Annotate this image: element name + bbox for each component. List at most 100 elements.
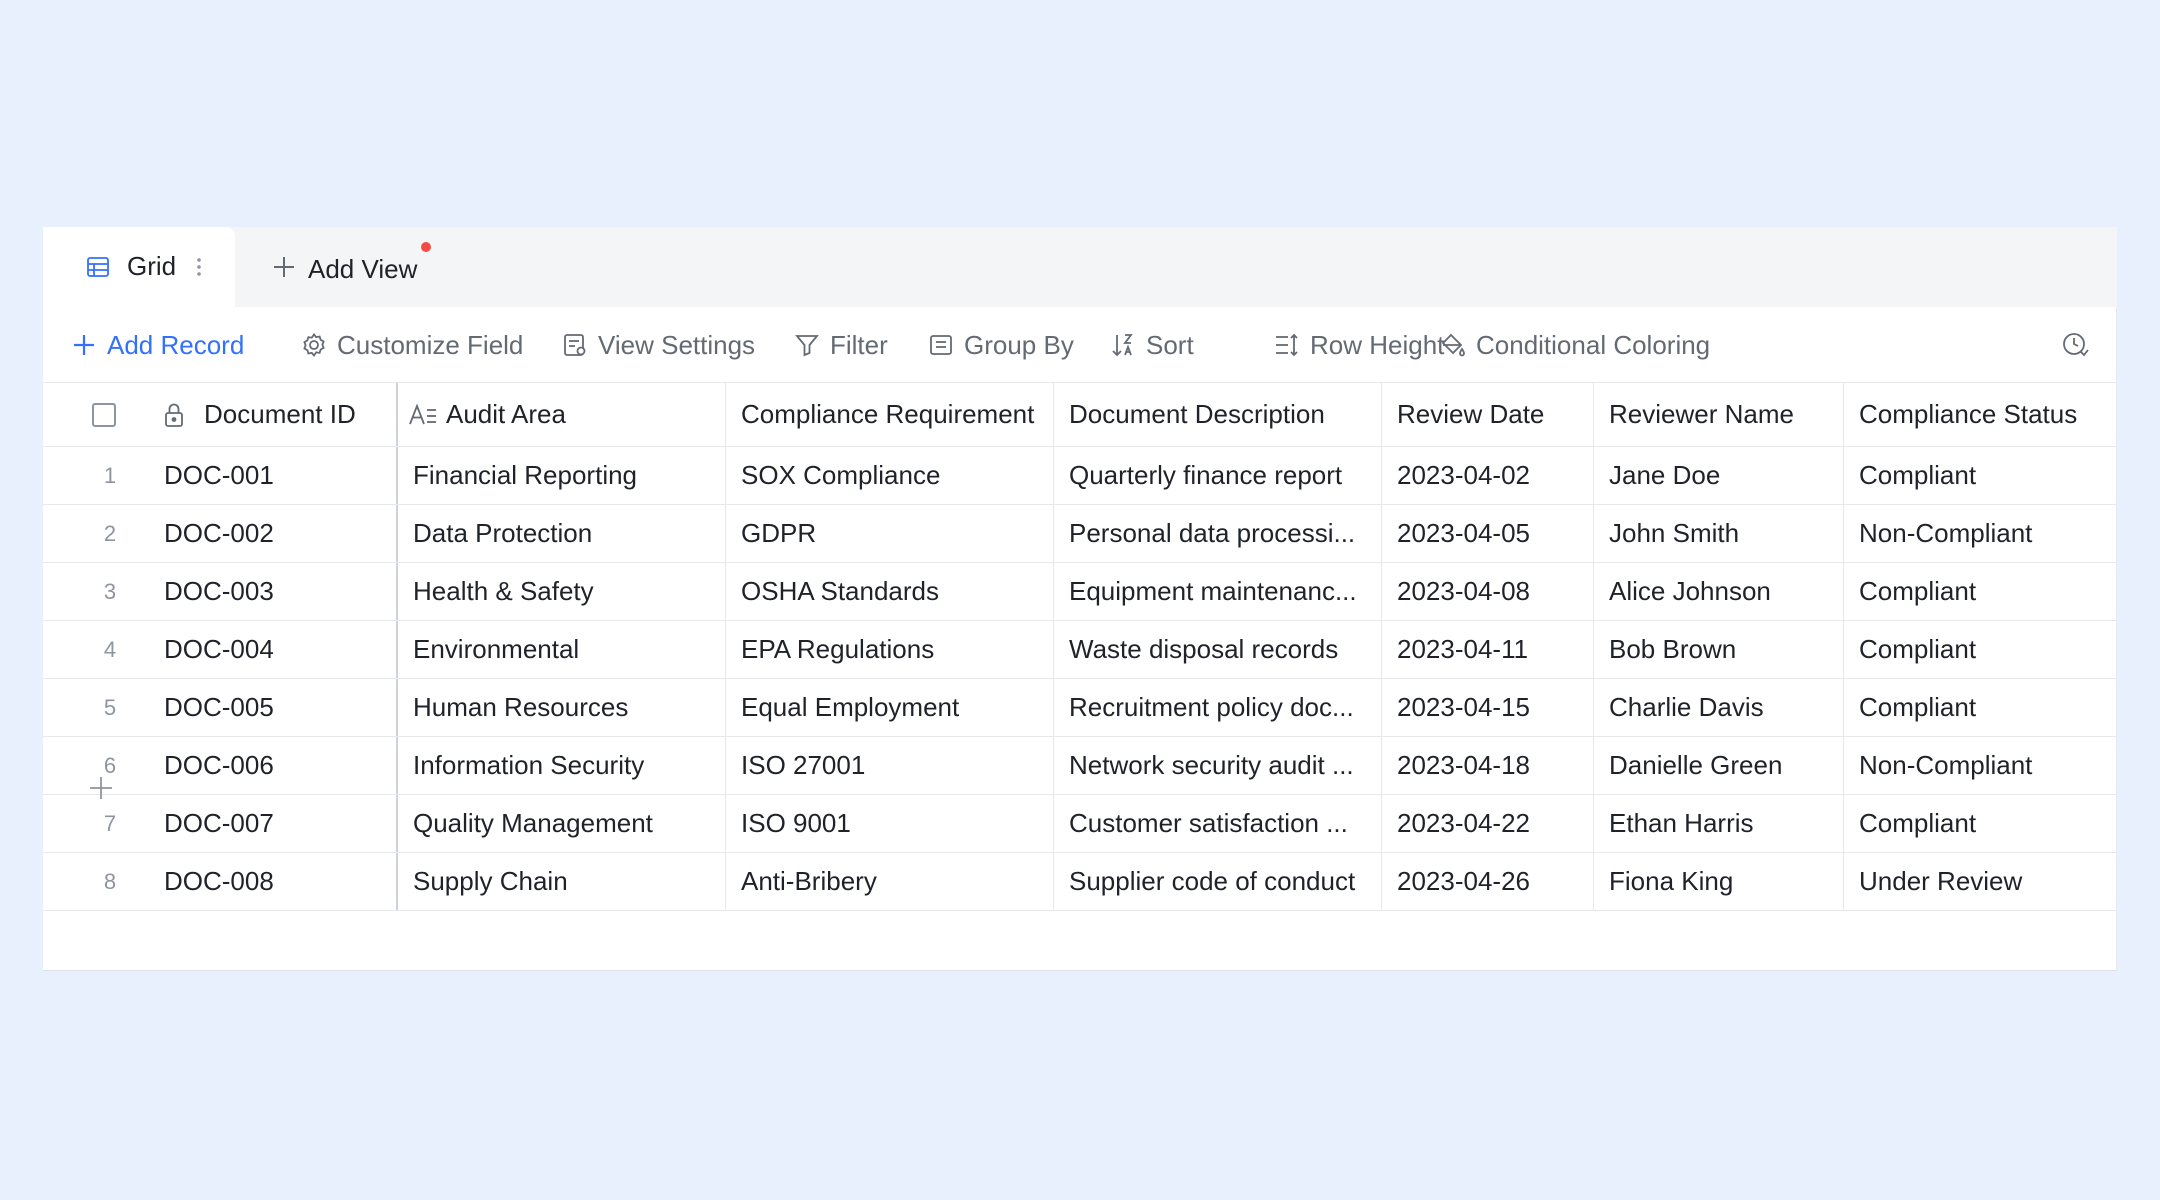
header-reviewer-name[interactable]: Reviewer Name bbox=[1594, 383, 1844, 446]
sort-label: Sort bbox=[1146, 329, 1194, 360]
cell-reviewer[interactable]: Charlie Davis bbox=[1594, 679, 1844, 736]
cell-text: John Smith bbox=[1609, 518, 1740, 548]
cell-status[interactable]: Compliant bbox=[1844, 563, 2117, 620]
cell-text: Compliant bbox=[1859, 634, 1977, 664]
table-row[interactable]: 4 DOC-004 Environmental EPA Regulations Wast… bbox=[43, 621, 2117, 679]
table-row[interactable]: 1 DOC-001 Financial Reporting SOX Complianc… bbox=[43, 447, 2117, 505]
cell-reviewer[interactable]: Alice Johnson bbox=[1594, 563, 1844, 620]
cell-desc[interactable]: Recruitment policy doc... bbox=[1054, 679, 1382, 736]
filter-label: Filter bbox=[830, 329, 888, 360]
cell-reviewer[interactable]: Fiona King bbox=[1594, 853, 1844, 910]
cell-req[interactable]: EPA Regulations bbox=[726, 621, 1054, 678]
header-label: Audit Area bbox=[446, 399, 566, 429]
header-label: Document Description bbox=[1069, 399, 1325, 429]
cell-area[interactable]: Data Protection bbox=[398, 505, 726, 562]
conditional-coloring-button[interactable]: Conditional Coloring bbox=[1440, 307, 1710, 383]
cell-area[interactable]: Human Resources bbox=[398, 679, 726, 736]
cell-req[interactable]: SOX Compliance bbox=[726, 447, 1054, 504]
cell-area[interactable]: Financial Reporting bbox=[398, 447, 726, 504]
more-vertical-icon[interactable] bbox=[195, 255, 203, 279]
table-row[interactable]: 5 DOC-005 Human Resources Equal Employment R… bbox=[43, 679, 2117, 737]
header-compliance-status[interactable]: Compliance Status bbox=[1844, 383, 2117, 446]
table-header: Document ID Audit Area Compliance Requir… bbox=[43, 383, 2117, 447]
cell-req[interactable]: OSHA Standards bbox=[726, 563, 1054, 620]
cell-status[interactable]: Under Review bbox=[1844, 853, 2117, 910]
group-by-button[interactable]: Group By bbox=[928, 307, 1074, 383]
row-number: 5 bbox=[103, 694, 117, 720]
cell-date[interactable]: 2023-04-26 bbox=[1382, 853, 1594, 910]
history-icon[interactable] bbox=[2061, 331, 2089, 359]
cell-status[interactable]: Compliant bbox=[1844, 679, 2117, 736]
table-row[interactable]: 8 DOC-008 Supply Chain Anti-Bribery Supplier… bbox=[43, 853, 2117, 911]
cell-reviewer[interactable]: John Smith bbox=[1594, 505, 1844, 562]
table-row[interactable]: 3 DOC-003 Health & Safety OSHA Standards Equ… bbox=[43, 563, 2117, 621]
cell-document-id[interactable]: 4 DOC-004 bbox=[43, 621, 398, 678]
cell-reviewer[interactable]: Bob Brown bbox=[1594, 621, 1844, 678]
group-by-icon bbox=[930, 335, 952, 355]
row-number: 3 bbox=[103, 578, 117, 604]
cell-desc[interactable]: Personal data processi... bbox=[1054, 505, 1382, 562]
grid-view-icon bbox=[87, 257, 109, 277]
cell-desc[interactable]: Quarterly finance report bbox=[1054, 447, 1382, 504]
tab-grid-label: Grid bbox=[127, 251, 177, 281]
cell-document-id[interactable]: 8 DOC-008 bbox=[43, 853, 398, 910]
cell-text: Human Resources bbox=[413, 692, 629, 722]
cell-area[interactable]: Health & Safety bbox=[398, 563, 726, 620]
cell-text: Non-Compliant bbox=[1859, 518, 2033, 548]
cell-text: Compliant bbox=[1859, 460, 1977, 490]
select-all-checkbox[interactable] bbox=[92, 403, 116, 427]
text-field-icon bbox=[409, 403, 436, 424]
cell-date[interactable]: 2023-04-11 bbox=[1382, 621, 1594, 678]
cell-area[interactable]: Environmental bbox=[398, 621, 726, 678]
cell-text: Health & Safety bbox=[413, 576, 594, 606]
header-document-id[interactable]: Document ID bbox=[43, 383, 398, 446]
cell-date[interactable]: 2023-04-08 bbox=[1382, 563, 1594, 620]
cell-document-id[interactable]: 1 DOC-001 bbox=[43, 447, 398, 504]
header-document-description[interactable]: Document Description bbox=[1054, 383, 1382, 446]
add-record-label: Add Record bbox=[107, 329, 245, 360]
cell-status[interactable]: Compliant bbox=[1844, 621, 2117, 678]
row-height-button[interactable]: Row Height bbox=[1274, 307, 1444, 383]
cell-document-id[interactable]: 3 DOC-003 bbox=[43, 563, 398, 620]
header-audit-area[interactable]: Audit Area bbox=[398, 383, 726, 446]
customize-field-button[interactable]: Customize Field bbox=[301, 307, 523, 383]
add-row-button[interactable] bbox=[43, 763, 2117, 813]
cell-date[interactable]: 2023-04-02 bbox=[1382, 447, 1594, 504]
cell-status[interactable]: Non-Compliant bbox=[1844, 505, 2117, 562]
conditional-coloring-label: Conditional Coloring bbox=[1476, 329, 1711, 360]
row-height-icon bbox=[1276, 333, 1298, 357]
cell-text: OSHA Standards bbox=[741, 576, 939, 606]
cell-desc[interactable]: Supplier code of conduct bbox=[1054, 853, 1382, 910]
cell-text: Quarterly finance report bbox=[1069, 460, 1343, 490]
gear-icon bbox=[303, 333, 325, 357]
plus-icon bbox=[90, 777, 112, 799]
view-settings-button[interactable]: View Settings bbox=[562, 307, 755, 383]
cell-status[interactable]: Compliant bbox=[1844, 447, 2117, 504]
row-number: 2 bbox=[103, 520, 117, 546]
cell-area[interactable]: Supply Chain bbox=[398, 853, 726, 910]
cell-desc[interactable]: Waste disposal records bbox=[1054, 621, 1382, 678]
cell-req[interactable]: Anti-Bribery bbox=[726, 853, 1054, 910]
cell-text: Supplier code of conduct bbox=[1069, 866, 1356, 896]
table-row[interactable]: 2 DOC-002 Data Protection GDPR Personal data… bbox=[43, 505, 2117, 563]
cell-reviewer[interactable]: Jane Doe bbox=[1594, 447, 1844, 504]
cell-text: 2023-04-05 bbox=[1397, 518, 1530, 548]
cell-req[interactable]: GDPR bbox=[726, 505, 1054, 562]
filter-button[interactable]: Filter bbox=[794, 307, 888, 383]
cell-text: EPA Regulations bbox=[741, 634, 935, 664]
add-view-label: Add View bbox=[308, 254, 418, 284]
header-label: Document ID bbox=[204, 399, 356, 429]
row-number: 8 bbox=[103, 868, 117, 894]
cell-text: Equipment maintenanc... bbox=[1069, 576, 1357, 606]
cell-date[interactable]: 2023-04-05 bbox=[1382, 505, 1594, 562]
tab-grid[interactable]: Grid bbox=[43, 227, 235, 307]
sort-button[interactable]: Sort bbox=[1110, 307, 1194, 383]
header-compliance-requirement[interactable]: Compliance Requirement bbox=[726, 383, 1054, 446]
cell-req[interactable]: Equal Employment bbox=[726, 679, 1054, 736]
cell-date[interactable]: 2023-04-15 bbox=[1382, 679, 1594, 736]
add-record-button[interactable]: Add Record bbox=[71, 307, 244, 383]
cell-desc[interactable]: Equipment maintenanc... bbox=[1054, 563, 1382, 620]
cell-document-id[interactable]: 5 DOC-005 bbox=[43, 679, 398, 736]
header-review-date[interactable]: Review Date bbox=[1382, 383, 1594, 446]
cell-document-id[interactable]: 2 DOC-002 bbox=[43, 505, 398, 562]
